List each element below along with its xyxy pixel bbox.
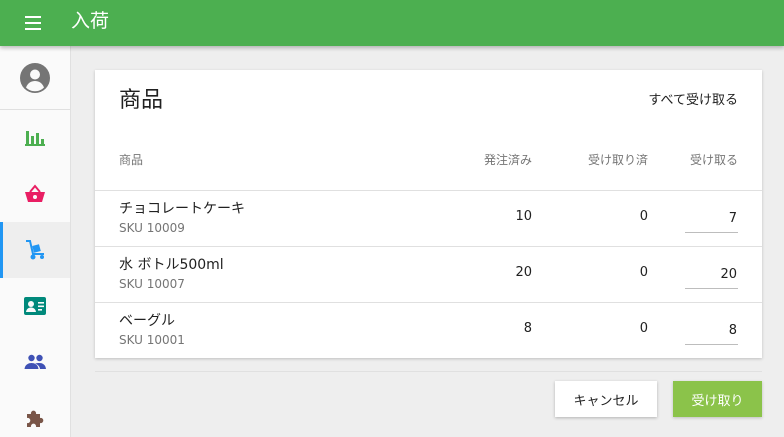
column-header-receive: 受け取る (689, 153, 738, 167)
sidebar-profile[interactable] (0, 46, 70, 110)
received-quantity: 0 (639, 321, 648, 336)
sidebar-item-orders[interactable] (0, 166, 70, 222)
people-icon (24, 354, 46, 369)
puzzle-icon (27, 410, 44, 427)
receive-quantity-input[interactable] (685, 205, 738, 233)
page-title: 入荷 (71, 10, 110, 32)
bar-chart-icon (25, 131, 45, 146)
shopping-basket-icon (25, 184, 45, 202)
product-name: 水 ボトル500ml (119, 257, 224, 273)
product-sku: SKU 10009 (119, 221, 185, 235)
received-quantity: 0 (639, 265, 648, 280)
receive-quantity-input[interactable] (685, 317, 738, 345)
sidebar-item-receiving[interactable] (0, 222, 70, 278)
app-bar: 入荷 (0, 0, 784, 46)
ordered-quantity: 20 (515, 265, 532, 280)
account-circle-icon (20, 63, 50, 93)
receive-all-button[interactable]: すべて受け取る (648, 92, 738, 110)
table-row: チョコレートケーキ SKU 10009 10 0 (95, 190, 762, 246)
table-row: 水 ボトル500ml SKU 10007 20 0 (95, 246, 762, 302)
column-header-product: 商品 (119, 153, 144, 167)
sidebar-item-analytics[interactable] (0, 110, 70, 166)
table-row: ベーグル SKU 10001 8 0 (95, 302, 762, 358)
divider (95, 371, 762, 372)
product-sku: SKU 10001 (119, 333, 185, 347)
sidebar-item-users[interactable] (0, 334, 70, 390)
column-header-ordered: 発注済み (483, 153, 532, 167)
sidebar-item-extensions[interactable] (0, 390, 70, 437)
ordered-quantity: 8 (523, 321, 532, 336)
contact-card-icon (24, 297, 46, 315)
sidebar-item-contacts[interactable] (0, 278, 70, 334)
receive-quantity-input[interactable] (685, 261, 738, 289)
product-name: チョコレートケーキ (119, 201, 245, 217)
card-title: 商品 (119, 88, 164, 113)
sidebar (0, 46, 71, 437)
cancel-button[interactable]: キャンセル (555, 381, 657, 417)
product-sku: SKU 10007 (119, 277, 185, 291)
received-quantity: 0 (639, 209, 648, 224)
receive-button[interactable]: 受け取り (673, 381, 762, 417)
hand-truck-icon (26, 240, 44, 260)
products-card: 商品 すべて受け取る 商品 発注済み 受け取り済 受け取る チョコレートケーキ … (95, 70, 762, 358)
product-name: ベーグル (119, 313, 175, 329)
column-header-received: 受け取り済 (587, 153, 648, 167)
ordered-quantity: 10 (515, 209, 532, 224)
menu-icon[interactable] (22, 14, 46, 32)
